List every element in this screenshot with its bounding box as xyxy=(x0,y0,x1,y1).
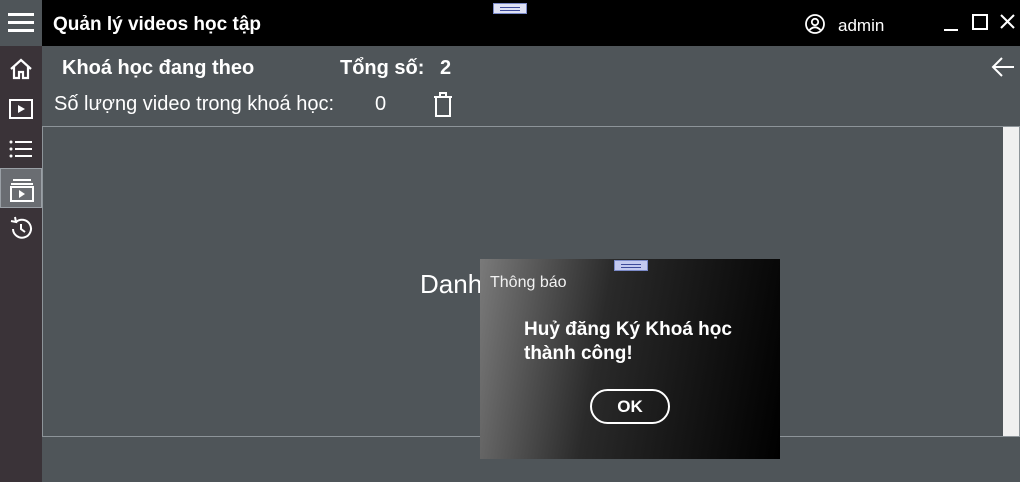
sidebar-item-list[interactable] xyxy=(0,128,42,168)
empty-list-text: Danh xyxy=(420,269,483,299)
video-count-label: Số lượng video trong khoá học: xyxy=(54,93,335,115)
list-icon xyxy=(9,140,32,158)
sidebar-item-courses[interactable] xyxy=(0,168,42,208)
maximize-icon[interactable] xyxy=(969,12,991,34)
dialog-message: Huỷ đăng Ký Khoá học thành công! xyxy=(524,319,732,364)
history-icon xyxy=(10,216,32,239)
minimize-icon[interactable] xyxy=(940,12,962,34)
notification-dialog: Thông báo Huỷ đăng Ký Khoá học thành côn… xyxy=(480,259,780,459)
close-icon[interactable] xyxy=(997,12,1019,34)
trash-icon[interactable] xyxy=(432,92,454,118)
sidebar-item-videos[interactable] xyxy=(0,88,42,128)
ok-button[interactable]: OK xyxy=(590,389,670,424)
sidebar-item-history[interactable] xyxy=(0,208,42,248)
sidebar xyxy=(0,46,42,482)
video-count-value: 0 xyxy=(375,93,387,115)
back-arrow-icon[interactable] xyxy=(990,55,1016,79)
user-account-icon[interactable] xyxy=(805,14,825,34)
vertical-scrollbar[interactable] xyxy=(1003,127,1019,436)
drag-handle-icon[interactable] xyxy=(493,3,527,14)
username[interactable]: admin xyxy=(838,16,884,36)
play-video-icon xyxy=(9,99,33,119)
home-icon xyxy=(10,58,32,80)
course-section-title: Khoá học đang theo xyxy=(62,57,255,79)
dialog-title: Thông báo xyxy=(490,274,567,291)
title-bar: Quản lý videos học tập admin xyxy=(0,0,1026,46)
dialog-drag-handle-icon[interactable] xyxy=(614,260,648,271)
total-value: 2 xyxy=(440,57,452,79)
app-title: Quản lý videos học tập xyxy=(53,14,261,35)
window-edge xyxy=(1020,0,1026,482)
sidebar-item-home[interactable] xyxy=(0,48,42,88)
hamburger-menu-icon[interactable] xyxy=(0,0,42,46)
playlist-video-icon xyxy=(10,179,34,202)
total-label: Tổng số: xyxy=(340,57,425,79)
